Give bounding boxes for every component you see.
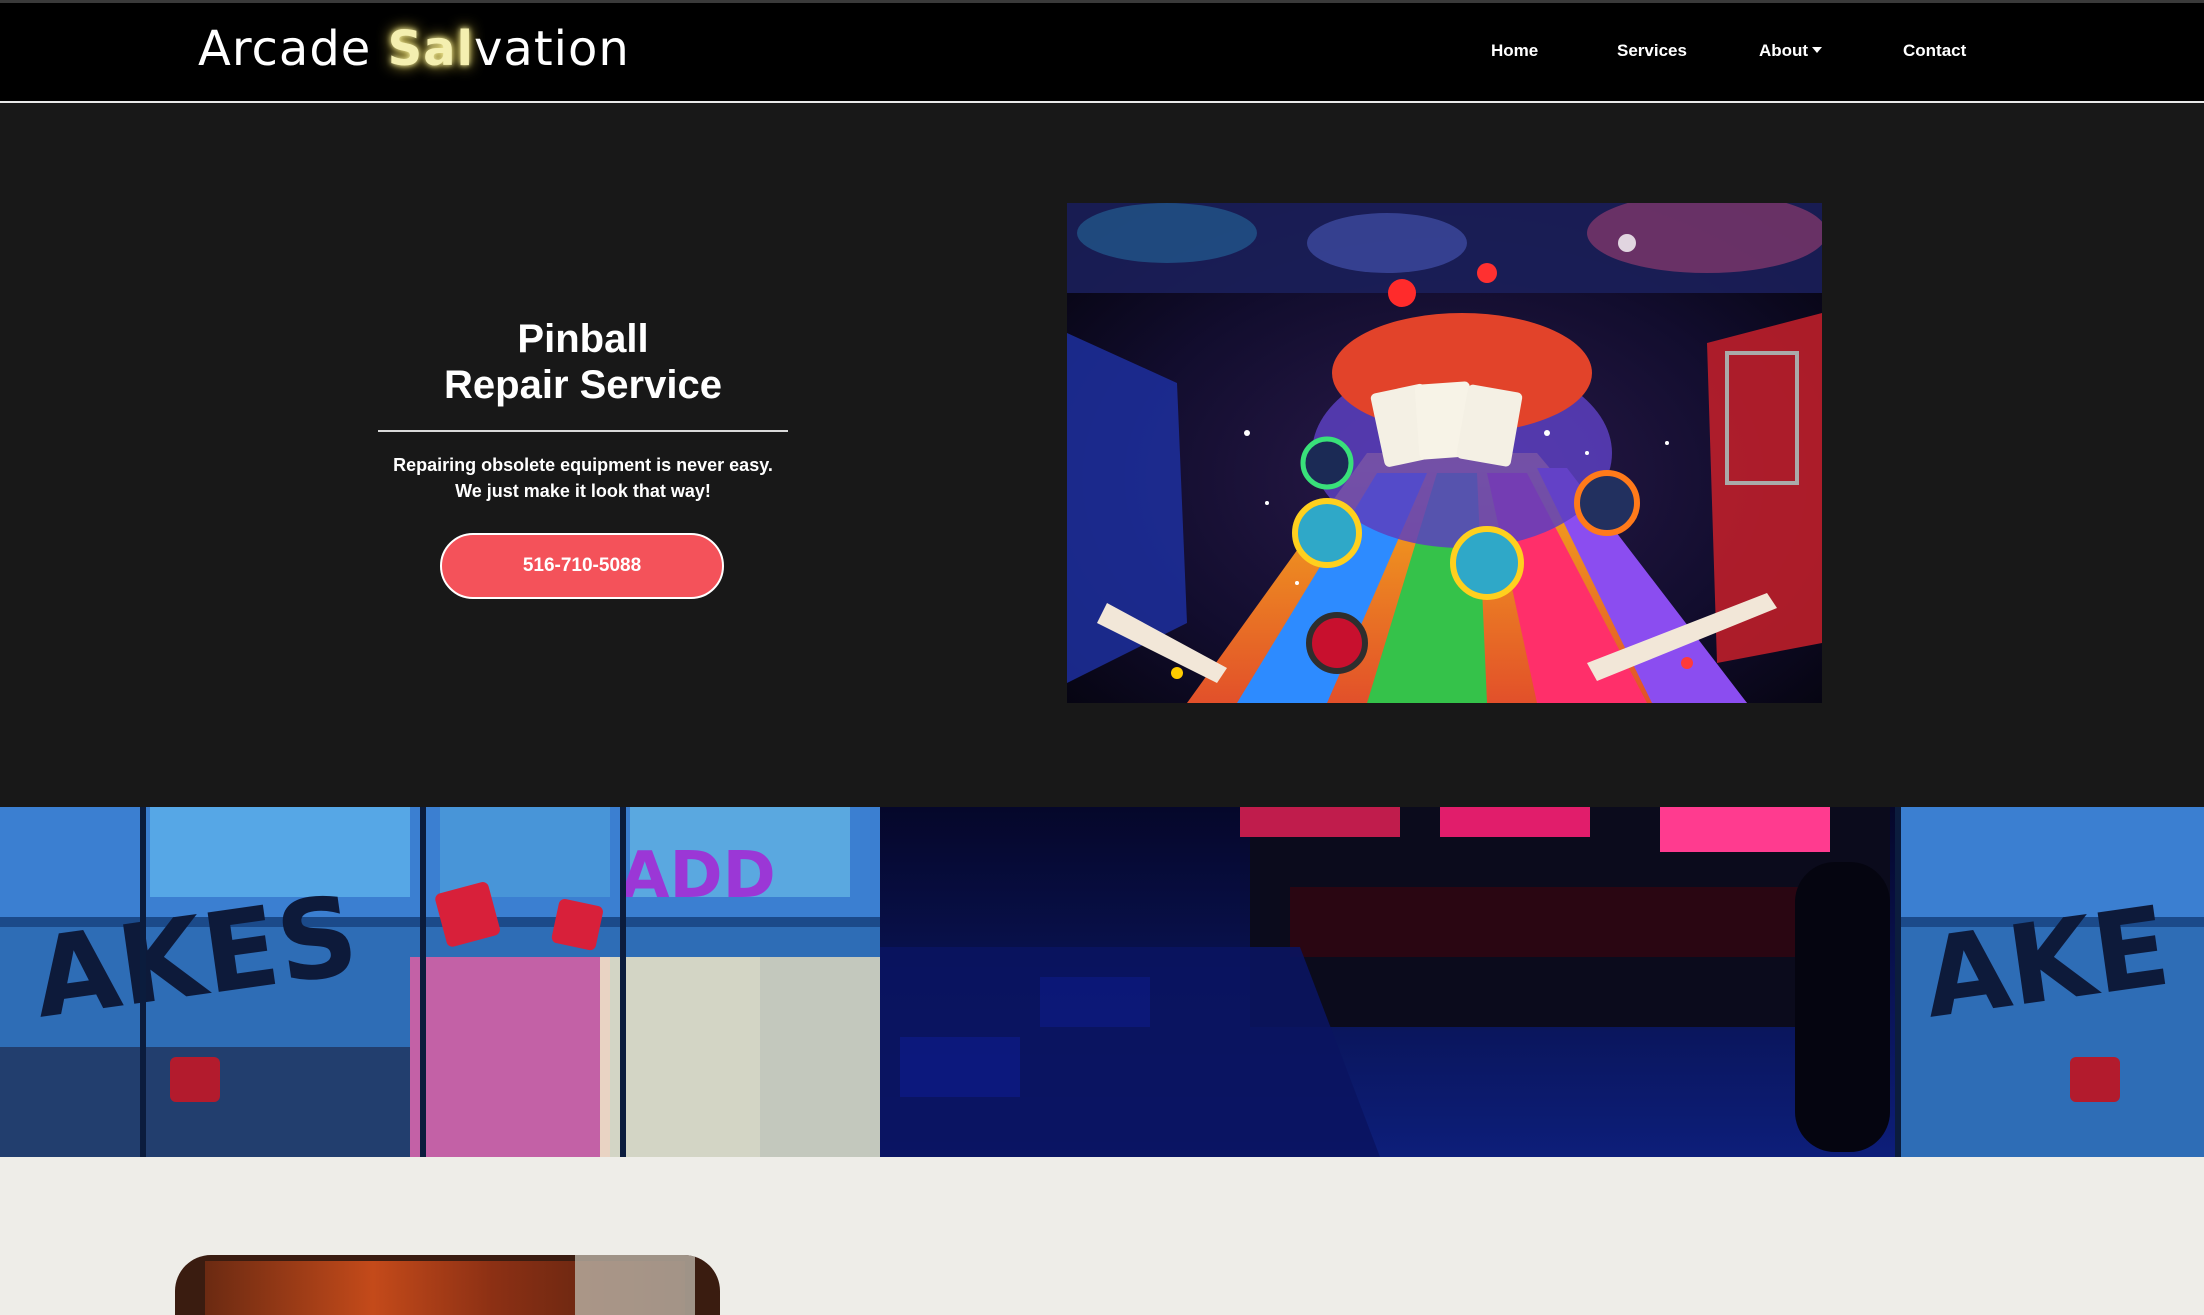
top-navbar: Arcade Salvation Home Services About Con… — [0, 0, 2204, 103]
hero-divider — [378, 430, 788, 432]
arcade-photo-card — [175, 1255, 720, 1315]
arcade-banner-graphic: AKES ADD AKE — [0, 807, 2204, 1157]
nav-about-dropdown[interactable]: About — [1759, 41, 1823, 61]
hero-tagline: Repairing obsolete equipment is never ea… — [358, 452, 808, 504]
arcade-banner-image: AKES ADD AKE — [0, 807, 2204, 1157]
hero-tagline-line2: We just make it look that way! — [455, 481, 711, 501]
hero-title-line1: Pinball — [517, 317, 649, 361]
phone-call-button[interactable]: 516-710-5088 — [440, 533, 724, 599]
nav-contact-link[interactable]: Contact — [1903, 41, 1966, 61]
logo-text-suffix: vation — [474, 21, 630, 77]
content-section — [0, 1157, 2204, 1315]
pinball-playfield-graphic — [1067, 203, 1822, 703]
logo-text-highlight: Sal — [387, 21, 474, 77]
nav-services-link[interactable]: Services — [1617, 41, 1687, 61]
chevron-down-icon — [1812, 47, 1823, 53]
hero-tagline-line1: Repairing obsolete equipment is never ea… — [393, 455, 773, 475]
nav-home-link[interactable]: Home — [1491, 41, 1538, 61]
pinball-playfield-image — [1067, 203, 1822, 703]
hero-title-line2: Repair Service — [444, 363, 722, 407]
hero-section: Pinball Repair Service Repairing obsolet… — [0, 103, 2204, 807]
arcade-photo-window — [575, 1255, 695, 1315]
nav-about-label: About — [1759, 41, 1809, 60]
hero-title: Pinball Repair Service — [378, 316, 788, 408]
logo-text-prefix: Arcade — [198, 21, 388, 77]
site-logo[interactable]: Arcade Salvation — [198, 21, 630, 77]
svg-text:ADD: ADD — [620, 839, 776, 913]
